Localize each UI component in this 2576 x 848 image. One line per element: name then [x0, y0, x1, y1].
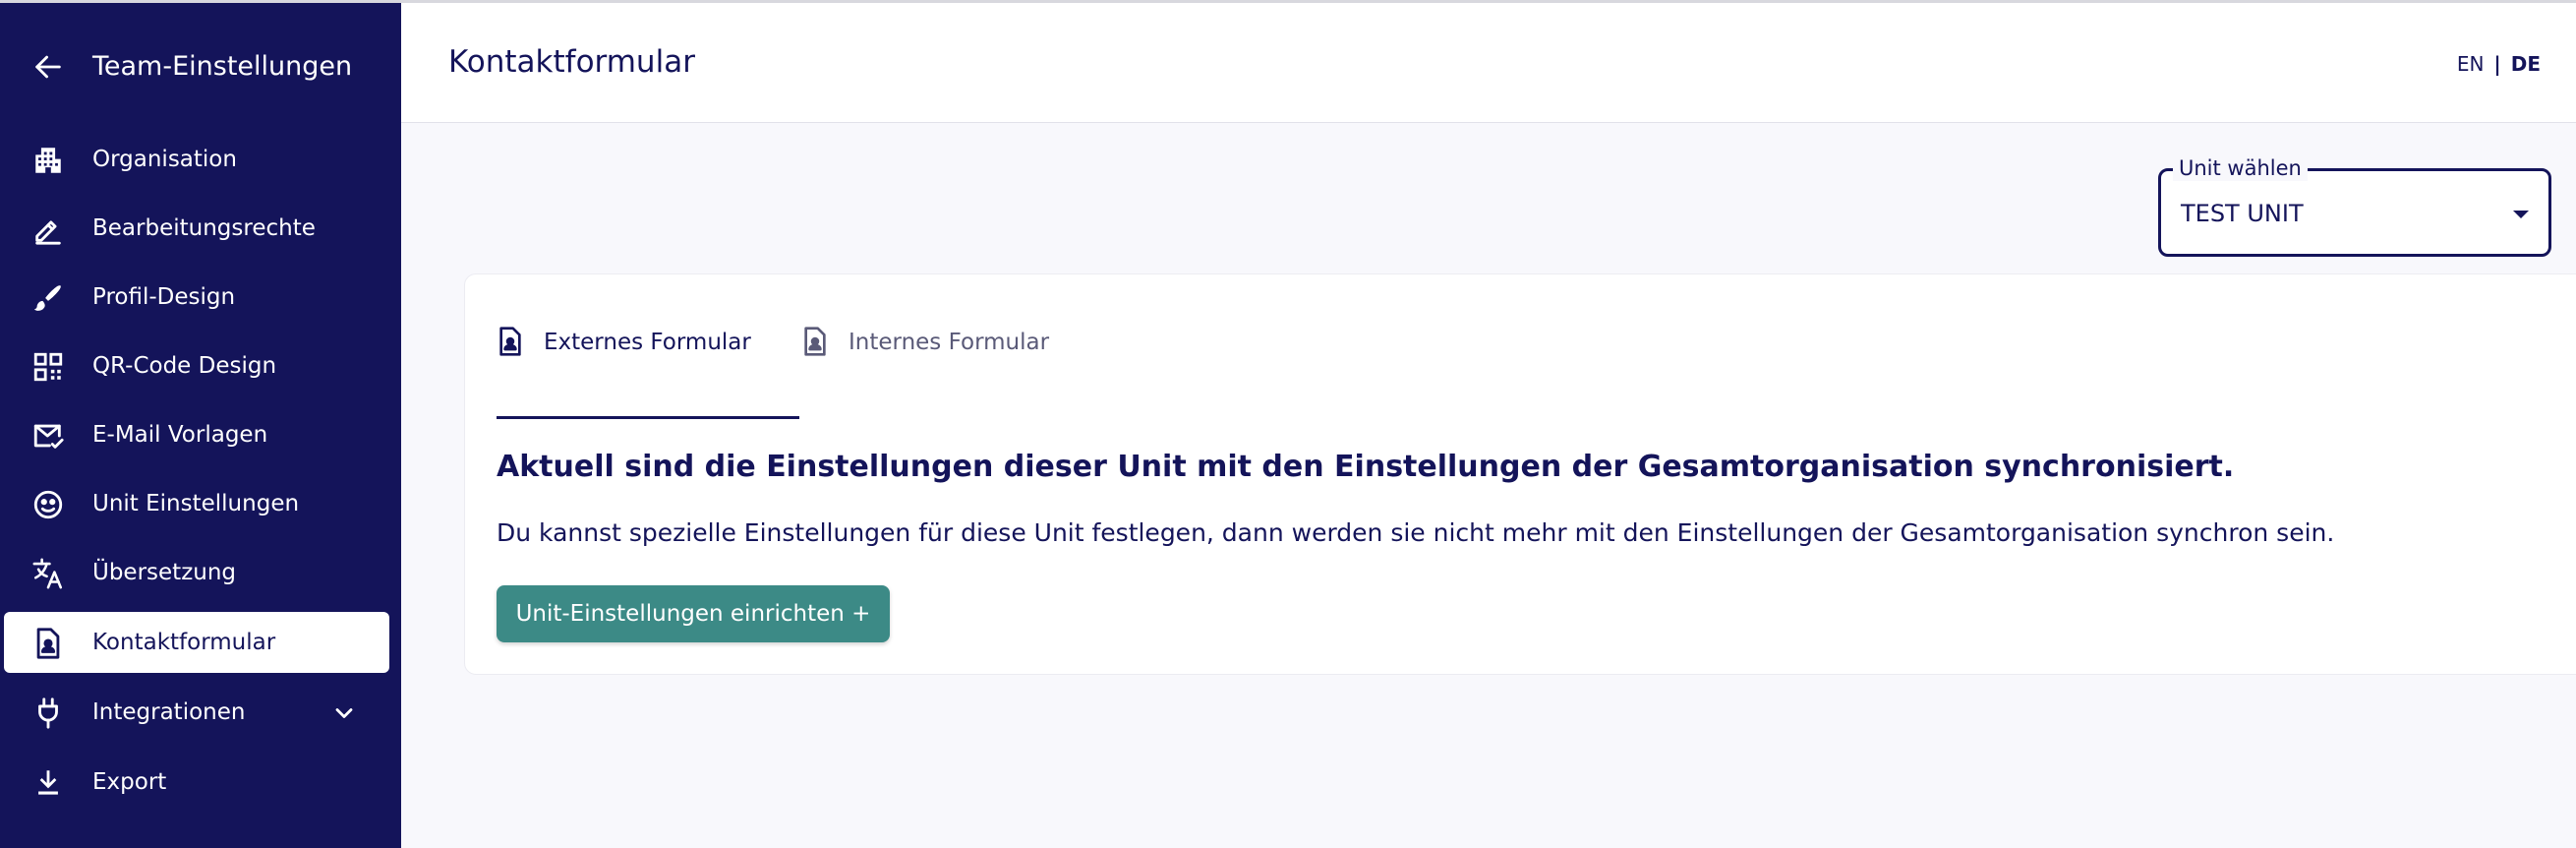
arrow-left-icon[interactable]	[31, 50, 65, 84]
unit-select-label: Unit wählen	[2173, 155, 2308, 181]
tab-internes-formular[interactable]: Internes Formular	[770, 324, 1104, 391]
contact-form-icon	[36, 628, 60, 659]
sidebar-item-label: Organisation	[92, 147, 237, 172]
sidebar-item-profil-design[interactable]: Profil-Design	[4, 267, 389, 328]
chevron-down-icon[interactable]	[330, 699, 358, 727]
sidebar-item-label: E-Mail Vorlagen	[92, 422, 268, 448]
sidebar-item-label: Unit Einstellungen	[92, 491, 300, 516]
sidebar-title: Team-Einstellungen	[92, 51, 353, 82]
sidebar-item-label: Übersetzung	[92, 560, 237, 585]
active-tab-indicator	[497, 416, 799, 419]
translate-icon	[32, 558, 63, 589]
sidebar-item-bearbeitungsrechte[interactable]: Bearbeitungsrechte	[4, 198, 389, 259]
sidebar-item-label: Kontaktformular	[92, 630, 276, 655]
sidebar: Team-Einstellungen Organisation Bearbeit…	[0, 3, 401, 848]
lang-separator: |	[2493, 52, 2501, 76]
sidebar-item-integrationen[interactable]: Integrationen	[4, 682, 389, 743]
sidebar-item-uebersetzung[interactable]: Übersetzung	[4, 542, 389, 603]
sidebar-item-label: Export	[92, 769, 167, 795]
contact-form-card: Externes Formular Internes Formular Aktu…	[464, 273, 2576, 675]
lang-de-link[interactable]: DE	[2511, 52, 2541, 76]
edit-pen-icon	[35, 220, 61, 245]
tab-label: Internes Formular	[849, 330, 1050, 355]
sidebar-item-label: QR-Code Design	[92, 353, 277, 379]
sync-status-description: Du kannst spezielle Einstellungen für di…	[497, 518, 2335, 547]
sidebar-item-label: Profil-Design	[92, 284, 236, 310]
unit-select[interactable]: Unit wählen TEST UNIT	[2158, 155, 2551, 257]
contact-form-icon	[499, 327, 521, 356]
sidebar-item-label: Bearbeitungsrechte	[92, 215, 316, 241]
page-title: Kontaktformular	[448, 44, 695, 80]
page-header: Kontaktformular EN | DE	[401, 3, 2576, 123]
sidebar-item-label: Integrationen	[92, 699, 246, 725]
brush-icon	[33, 285, 61, 311]
unit-select-value: TEST UNIT	[2181, 200, 2304, 227]
mail-check-icon	[33, 424, 64, 449]
sidebar-item-export[interactable]: Export	[4, 752, 389, 813]
tab-label: Externes Formular	[544, 330, 751, 355]
sidebar-header: Team-Einstellungen	[0, 3, 401, 131]
qr-code-icon	[33, 352, 63, 382]
plug-icon	[38, 697, 58, 729]
setup-unit-settings-button[interactable]: Unit-Einstellungen einrichten +	[497, 585, 890, 642]
lang-en-link[interactable]: EN	[2457, 52, 2485, 76]
sidebar-item-qr-code-design[interactable]: QR-Code Design	[4, 335, 389, 396]
sidebar-item-unit-einstellungen[interactable]: Unit Einstellungen	[4, 473, 389, 534]
sidebar-item-organisation[interactable]: Organisation	[4, 129, 389, 190]
dropdown-arrow-icon	[2513, 211, 2529, 218]
tab-externes-formular[interactable]: Externes Formular	[465, 324, 799, 391]
building-icon	[35, 148, 61, 173]
contact-form-icon	[804, 327, 826, 356]
face-settings-icon	[33, 490, 63, 519]
download-icon	[38, 770, 58, 795]
sync-status-heading: Aktuell sind die Einstellungen dieser Un…	[497, 450, 2235, 484]
language-switcher: EN | DE	[2457, 50, 2541, 78]
sidebar-item-email-vorlagen[interactable]: E-Mail Vorlagen	[4, 404, 389, 465]
sidebar-item-kontaktformular[interactable]: Kontaktformular	[4, 612, 389, 673]
